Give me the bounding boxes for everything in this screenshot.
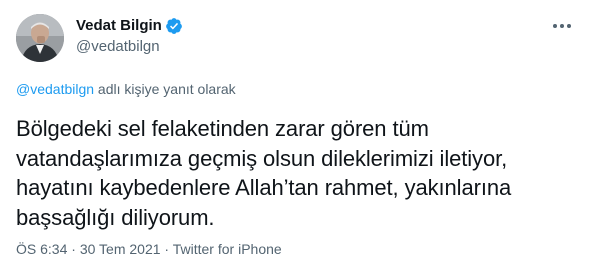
reply-suffix: adlı kişiye yanıt olarak <box>94 81 236 97</box>
username[interactable]: @vedatbilgn <box>76 37 183 57</box>
tweet-text-line: başsağlığı diliyorum. <box>16 204 215 230</box>
reply-context: @vedatbilgn adlı kişiye yanıt olarak <box>16 80 236 98</box>
tweet-meta: ÖS 6:34 · 30 Tem 2021 · Twitter for iPho… <box>16 240 282 258</box>
tweet-text: Bölgedeki sel felaketinden zarar gören t… <box>16 114 576 232</box>
display-name[interactable]: Vedat Bilgin <box>76 16 162 36</box>
avatar[interactable] <box>16 14 64 62</box>
tweet-time[interactable]: ÖS 6:34 <box>16 241 67 257</box>
tweet-text-line: vatandaşlarımıza geçmiş olsun dileklerim… <box>16 145 508 171</box>
verified-badge-icon <box>165 17 183 35</box>
more-options-icon[interactable] <box>551 18 573 34</box>
meta-separator: · <box>67 241 80 257</box>
avatar-photo <box>16 14 64 62</box>
tweet-date[interactable]: 30 Tem 2021 <box>80 241 161 257</box>
tweet-header: Vedat Bilgin @vedatbilgn <box>16 12 575 68</box>
author-names: Vedat Bilgin @vedatbilgn <box>76 16 183 57</box>
tweet-source[interactable]: Twitter for iPhone <box>173 241 282 257</box>
tweet-text-line: hayatını kaybedenlere Allah’tan rahmet, … <box>16 175 512 200</box>
display-name-row: Vedat Bilgin <box>76 16 183 36</box>
meta-separator: · <box>160 241 173 257</box>
reply-handle-link[interactable]: @vedatbilgn <box>16 81 94 97</box>
tweet-text-line: Bölgedeki sel felaketinden zarar gören t… <box>16 116 429 141</box>
